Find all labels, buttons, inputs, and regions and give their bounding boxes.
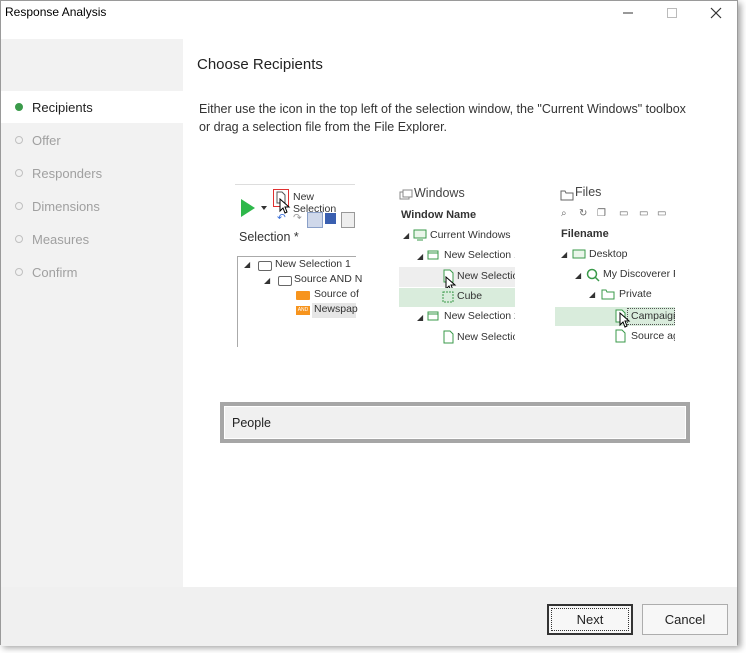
step-dimensions[interactable]: Dimensions	[1, 190, 183, 222]
window-title: Response Analysis	[5, 5, 107, 19]
folder-icon	[560, 190, 574, 201]
step-measures[interactable]: Measures	[1, 223, 183, 255]
step-label: Recipients	[32, 99, 93, 115]
desktop-icon	[572, 249, 586, 259]
recipients-drop-box[interactable]: People	[220, 402, 690, 443]
new-folder-icon: ▭	[619, 208, 629, 219]
and-operator-icon: AND	[296, 306, 310, 315]
step-offer[interactable]: Offer	[1, 124, 183, 156]
undo-icon: ↶	[277, 212, 286, 224]
tree-item: Desktop	[589, 248, 628, 260]
cancel-button[interactable]: Cancel	[642, 604, 728, 635]
main-content: Choose Recipients Either use the icon in…	[183, 39, 737, 587]
folder-icon: ▭	[657, 208, 667, 219]
maximize-icon	[667, 8, 677, 18]
wizard-steps-sidebar: Recipients Offer Responders Dimensions M…	[1, 39, 183, 587]
play-icon	[241, 199, 255, 217]
close-button[interactable]	[693, 1, 739, 25]
tree-item: New Selectio	[457, 331, 515, 343]
files-toolbar: ⌕ ↻ ❐ ▭ ▭ ▭	[561, 208, 671, 220]
step-recipients[interactable]: Recipients	[1, 91, 183, 123]
folder-icon	[601, 289, 615, 300]
maximize-button[interactable]	[649, 1, 695, 25]
document-icon	[615, 329, 626, 343]
lock-icon	[307, 212, 323, 228]
search-icon: ⌕	[561, 208, 567, 219]
selection-tree: ◢ New Selection 1 ◢ Source AND N Source …	[237, 256, 362, 347]
recipients-value: People	[224, 406, 686, 439]
files-panel-image: Files ⌕ ↻ ❐ ▭ ▭ ▭ Filename ◢ Desktop ◢ M…	[555, 184, 675, 349]
window-node-icon	[427, 250, 439, 260]
minimize-icon	[623, 12, 633, 14]
page-title: Choose Recipients	[197, 56, 323, 73]
step-active-dot-icon	[15, 103, 23, 111]
selection-label: Selection *	[239, 230, 299, 244]
folder-icon: ▭	[639, 208, 649, 219]
source-icon	[296, 291, 310, 300]
selection-node-icon	[278, 276, 292, 286]
tree-item: Source ag	[631, 330, 675, 342]
tree-item: Current Windows	[430, 229, 511, 241]
instruction-illustration: New Selection ↶ ↷ Selection * ◢ New Sele…	[235, 184, 675, 359]
window-node-icon	[427, 311, 439, 321]
step-dot-icon	[15, 268, 23, 276]
tree-item: Private	[619, 288, 652, 300]
monitor-icon	[413, 229, 427, 241]
selection-panel-image: New Selection ↶ ↷ Selection * ◢ New Sele…	[235, 184, 362, 347]
title-bar: Response Analysis	[1, 1, 737, 25]
step-label: Confirm	[32, 264, 78, 280]
copy-icon	[341, 212, 355, 228]
instructions-text: Either use the icon in the top left of t…	[199, 102, 686, 134]
dialog-footer: Next Cancel	[1, 587, 737, 646]
tree-item: New Selection 1	[275, 258, 351, 270]
tree-item: Source AND N	[294, 273, 363, 285]
step-label: Dimensions	[32, 198, 100, 214]
refresh-icon: ↻	[579, 208, 588, 219]
selection-node-icon	[258, 261, 272, 271]
tree-item: My Discoverer F	[603, 268, 675, 280]
save-icon	[325, 213, 336, 224]
step-responders[interactable]: Responders	[1, 157, 183, 189]
copy-icon: ❐	[597, 208, 606, 219]
next-button[interactable]: Next	[547, 604, 633, 635]
step-label: Responders	[32, 165, 103, 181]
files-title: Files	[575, 185, 602, 199]
tree-item: New Selection 1	[444, 249, 515, 261]
files-header: Filename	[561, 228, 609, 240]
tree-item: New Selectio	[457, 270, 515, 282]
tree-item: New Selection 2	[444, 310, 515, 322]
mouse-cursor-icon	[619, 312, 631, 328]
windows-icon	[399, 189, 413, 200]
cube-icon	[442, 291, 454, 303]
tree-item: Newspap	[314, 303, 358, 315]
windows-panel-image: Windows Window Name ◢ Current Windows ◢ …	[399, 184, 515, 349]
step-dot-icon	[15, 136, 23, 144]
close-icon	[710, 7, 722, 19]
redo-icon: ↷	[293, 212, 302, 224]
discoverer-icon	[586, 268, 600, 282]
minimize-button[interactable]	[605, 1, 651, 25]
windows-header: Window Name	[401, 209, 477, 221]
step-confirm[interactable]: Confirm	[1, 256, 183, 288]
chevron-down-icon	[261, 206, 267, 210]
tree-item: Source of	[314, 288, 359, 300]
toolbar-icons: ↶ ↷	[277, 212, 355, 228]
tree-item: Campaign	[631, 310, 675, 322]
step-dot-icon	[15, 169, 23, 177]
step-label: Measures	[32, 231, 90, 247]
step-dot-icon	[15, 202, 23, 210]
windows-title: Windows	[414, 186, 465, 200]
document-icon	[443, 330, 454, 344]
step-label: Offer	[32, 132, 61, 148]
dialog-window: Response Analysis Recipients Offer Respo…	[0, 0, 738, 646]
step-dot-icon	[15, 235, 23, 243]
tree-item: Cube	[457, 290, 483, 302]
